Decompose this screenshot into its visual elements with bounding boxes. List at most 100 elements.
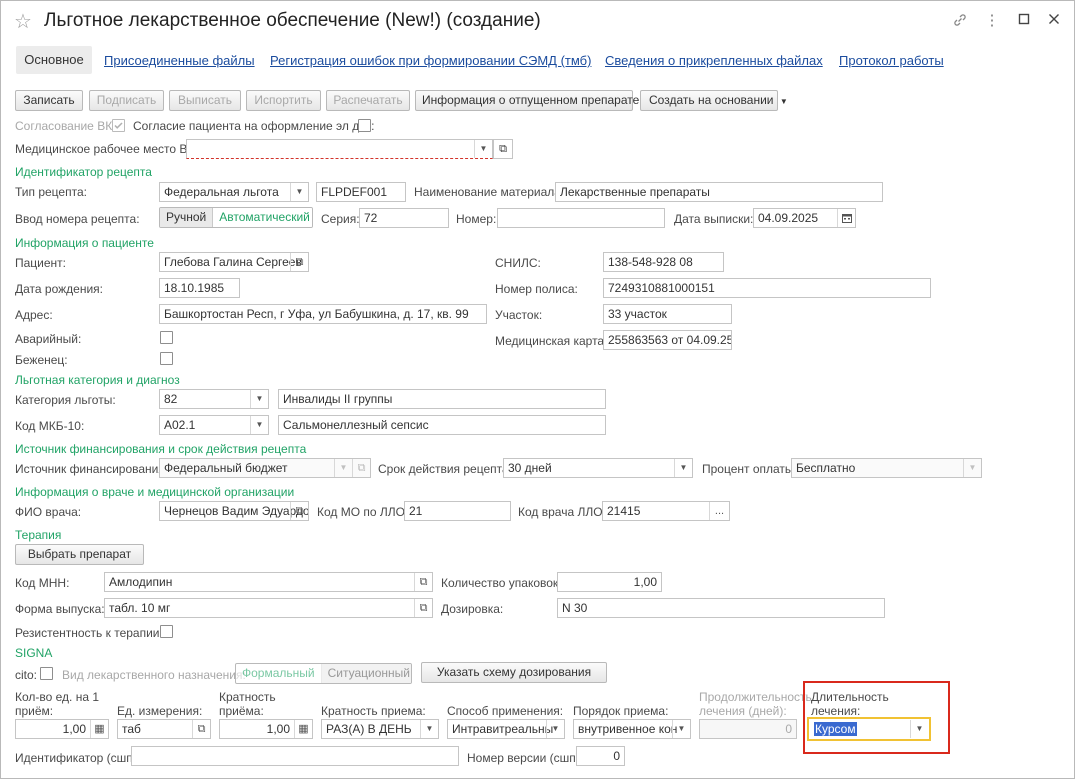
maximize-icon[interactable] [1015, 12, 1033, 30]
resistance-checkbox[interactable] [160, 625, 173, 638]
doctor-code-label: Код врача ЛЛО: [518, 505, 606, 519]
auto-option[interactable]: Автоматический [213, 208, 312, 227]
recipe-section-title: Идентификатор рецепта [15, 165, 152, 179]
recipe-code-field[interactable]: FLPDEF001 [316, 182, 406, 202]
prescription-kind-toggle[interactable]: Формальный Ситуационный [235, 663, 412, 684]
release-form-value: табл. 10 мг [109, 601, 171, 615]
policy-field[interactable]: 7249310881000151 [603, 278, 931, 298]
chevron-down-icon[interactable]: ▼ [963, 459, 981, 477]
calendar-icon[interactable] [837, 209, 855, 227]
emergency-checkbox[interactable] [160, 331, 173, 344]
mnn-field[interactable]: Амлодипин ⧉ [104, 572, 433, 592]
version-ssp-field[interactable]: 0 [576, 746, 625, 766]
med-card-field[interactable]: 255863563 от 04.09.25, А [603, 330, 732, 350]
situational-option[interactable]: Ситуационный [321, 664, 411, 683]
dob-field[interactable]: 18.10.1985 [159, 278, 240, 298]
mkb-label: Код МКБ-10: [15, 419, 85, 433]
intake-order-select[interactable]: внутривенное кон ▼ [573, 719, 691, 739]
tab-attached-files[interactable]: Присоединенные файлы [104, 53, 255, 68]
patient-consent-checkbox[interactable] [358, 119, 371, 132]
recipe-type-select[interactable]: Федеральная льгота ▼ [159, 182, 309, 202]
sign-button[interactable]: Подписать [89, 90, 164, 111]
number-field[interactable] [497, 208, 665, 228]
intake-multiplicity-label-1: Кратность [219, 690, 276, 704]
application-method-select[interactable]: Интравитреальны ▼ [447, 719, 565, 739]
dosage-label: Дозировка: [441, 602, 504, 616]
link-icon[interactable] [951, 12, 969, 30]
dosing-scheme-button[interactable]: Указать схему дозирования [421, 662, 607, 683]
dosage-field[interactable]: N 30 [557, 598, 885, 618]
create-based-on-button[interactable]: Создать на основании ▼ [640, 90, 788, 111]
chevron-down-icon[interactable]: ▼ [674, 459, 692, 477]
mkb-select[interactable]: A02.1 ▼ [159, 415, 269, 435]
address-field[interactable]: Башкортостан Респ, г Уфа, ул Бабушкина, … [159, 304, 487, 324]
tab-main[interactable]: Основное [16, 46, 92, 74]
measure-unit-field[interactable]: таб ⧉ [117, 719, 211, 739]
open-form-icon[interactable]: ⧉ [290, 253, 308, 271]
benefit-category-select[interactable]: 82 ▼ [159, 389, 269, 409]
release-form-field[interactable]: табл. 10 мг ⧉ [104, 598, 433, 618]
vk-approval-checkbox[interactable] [112, 119, 125, 132]
intake-frequency-select[interactable]: РАЗ(А) В ДЕНЬ ▼ [321, 719, 439, 739]
chevron-down-icon[interactable]: ▼ [250, 390, 268, 408]
intake-frequency-label: Кратность приема: [321, 704, 426, 718]
package-qty-field[interactable]: 1,00 [557, 572, 662, 592]
finance-source-select[interactable]: Федеральный бюджет ▼ ⧉ [159, 458, 371, 478]
duration-select[interactable]: Курсом ▼ [809, 719, 929, 739]
manual-option[interactable]: Ручной [160, 208, 214, 227]
chevron-down-icon[interactable]: ▼ [290, 183, 308, 201]
district-field[interactable]: 33 участок [603, 304, 732, 324]
formal-option[interactable]: Формальный [236, 664, 322, 683]
id-ssp-label: Идентификатор (сшп): [15, 751, 141, 765]
chevron-down-icon[interactable]: ▼ [420, 720, 438, 738]
snils-field[interactable]: 138-548-928 08 [603, 252, 724, 272]
vk-workplace-field[interactable]: ▼ [186, 139, 493, 159]
save-button[interactable]: Записать [15, 90, 83, 111]
issue-button[interactable]: Выписать [169, 90, 241, 111]
print-button[interactable]: Распечатать [326, 90, 410, 111]
issue-date-field[interactable]: 04.09.2025 [753, 208, 856, 228]
chevron-down-icon[interactable]: ▼ [250, 416, 268, 434]
calculator-icon[interactable]: ▦ [90, 720, 108, 738]
recipe-entry-toggle[interactable]: Ручной Автоматический [159, 207, 313, 228]
open-form-icon[interactable]: ⧉ [414, 573, 432, 591]
open-form-icon[interactable]: ⧉ [352, 459, 370, 477]
application-method-label: Способ применения: [447, 704, 564, 718]
chevron-down-icon[interactable]: ▼ [672, 720, 690, 738]
intake-multiplicity-field[interactable]: 1,00 ▦ [219, 719, 313, 739]
refugee-checkbox[interactable] [160, 352, 173, 365]
open-form-icon[interactable]: ⧉ [493, 139, 513, 159]
series-field[interactable]: 72 [359, 208, 449, 228]
id-ssp-field[interactable] [131, 746, 459, 766]
patient-field[interactable]: Глебова Галина Сергеев ⧉ [159, 252, 309, 272]
chevron-down-icon[interactable]: ▼ [546, 720, 564, 738]
dispensed-info-button[interactable]: Информация о отпущенном препарате [415, 90, 639, 111]
material-name-field[interactable]: Лекарственные препараты [555, 182, 883, 202]
choose-drug-button[interactable]: Выбрать препарат [15, 544, 144, 565]
calculator-icon[interactable]: ▦ [294, 720, 312, 738]
vk-approval-label: Согласование ВК: [15, 119, 116, 133]
open-form-icon[interactable]: ⧉ [414, 599, 432, 617]
units-per-intake-field[interactable]: 1,00 ▦ [15, 719, 109, 739]
tab-semd-errors[interactable]: Регистрация ошибок при формировании СЭМД… [270, 53, 591, 68]
doctor-fio-label: ФИО врача: [15, 505, 82, 519]
chevron-down-icon[interactable]: ▼ [474, 140, 492, 158]
chevron-down-icon[interactable]: ▼ [910, 720, 928, 738]
more-icon[interactable]: ⋮ [983, 12, 1001, 30]
intake-frequency-value: РАЗ(А) В ДЕНЬ [326, 722, 412, 736]
mo-code-field[interactable]: 21 [404, 501, 511, 521]
term-select[interactable]: 30 дней ▼ [503, 458, 693, 478]
spoil-button[interactable]: Испортить [246, 90, 321, 111]
open-form-icon[interactable]: ⧉ [290, 502, 308, 520]
open-form-icon[interactable]: ⧉ [192, 720, 210, 738]
star-icon[interactable]: ☆ [14, 9, 32, 34]
cito-checkbox[interactable] [40, 667, 53, 680]
close-icon[interactable] [1045, 12, 1063, 30]
select-dots-button[interactable]: ... [709, 502, 729, 520]
tab-attached-files-info[interactable]: Сведения о прикрепленных файлах [605, 53, 823, 68]
payment-percent-select[interactable]: Бесплатно ▼ [791, 458, 982, 478]
doctor-fio-field[interactable]: Чернецов Вадим Эдуардо ⧉ [159, 501, 309, 521]
doctor-code-field[interactable]: 21415 ... [602, 501, 730, 521]
chevron-down-icon[interactable]: ▼ [334, 459, 352, 477]
tab-work-log[interactable]: Протокол работы [839, 53, 944, 68]
